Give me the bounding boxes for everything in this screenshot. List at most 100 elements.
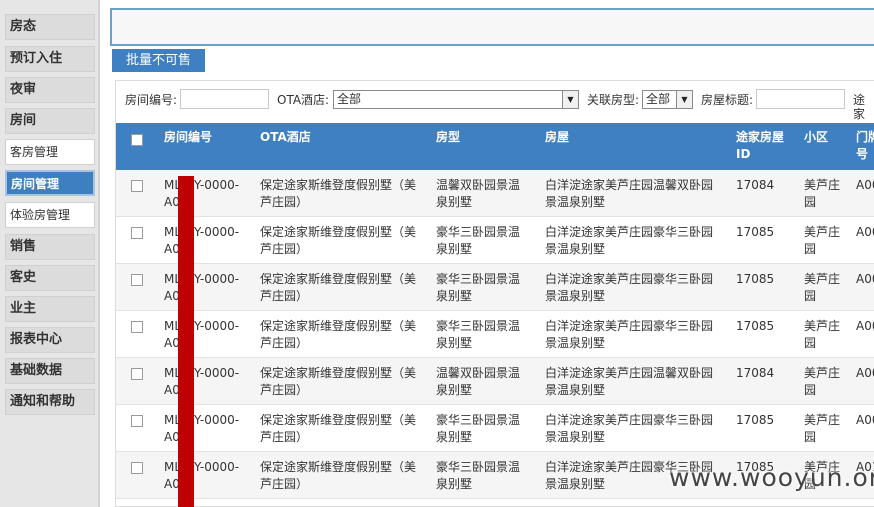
cell-tujia-id: 17085 [736, 319, 775, 333]
cell-room-type: 泉别墅 [436, 195, 473, 209]
cell-room-type: 豪华三卧园景温 [436, 460, 521, 474]
table-row[interactable]: ML Y-0000- A0 保定途家斯维登度假别墅（美 芦庄园） 温馨双卧园景温 泉别墅 白洋… [116, 170, 874, 217]
room-no-label: 房间编号: [125, 93, 178, 107]
sidebar-item-guest-history[interactable]: 客史 [5, 265, 95, 291]
header-tujia-id-line2: ID [736, 147, 751, 161]
room-no-input[interactable] [180, 89, 269, 109]
table-row[interactable]: ML Y-0000- A0 保定途家斯维登度假别墅（美 芦庄园） 豪华三卧园景温 泉别墅 白洋… [116, 217, 874, 264]
cell-ota-hotel: 保定途家斯维登度假别墅（美 [260, 225, 417, 239]
cell-house: 景温泉别墅 [545, 242, 606, 256]
table-row[interactable]: ML Y-0000- A0 保定途家斯维登度假别墅（美 芦庄园） 豪华三卧园景温 泉别墅 白洋… [116, 311, 874, 358]
cell-room-type: 豪华三卧园景温 [436, 413, 521, 427]
cell-door: A00 [856, 178, 874, 192]
header-house[interactable]: 房屋 [545, 129, 569, 146]
cell-community: 美芦庄 [804, 366, 841, 380]
chevron-down-icon[interactable]: ▼ [562, 91, 578, 108]
header-ota-hotel[interactable]: OTA酒店 [260, 129, 311, 146]
cell-community: 园 [804, 242, 817, 256]
table-row[interactable]: ML Y-0000- A0 保定途家斯维登度假别墅（美 芦庄园） 豪华三卧园景温 泉别墅 白洋… [116, 264, 874, 311]
cell-house: 景温泉别墅 [545, 477, 606, 491]
header-community[interactable]: 小区 [804, 129, 828, 146]
row-checkbox[interactable] [131, 180, 143, 192]
cell-community: 园 [804, 336, 817, 350]
row-checkbox[interactable] [131, 274, 143, 286]
header-tujia-id-line1[interactable]: 途家房屋 [736, 129, 784, 146]
cell-room-type: 温馨双卧园景温 [436, 366, 521, 380]
cell-house: 景温泉别墅 [545, 195, 606, 209]
sidebar-item-booking[interactable]: 预订入住 [5, 46, 95, 72]
cell-door: A00 [856, 319, 874, 333]
room-type-select[interactable]: 全部 ▼ [642, 90, 693, 109]
header-room-no[interactable]: 房间编号 [164, 129, 212, 146]
sidebar-item-owners[interactable]: 业主 [5, 296, 95, 322]
cell-house: 景温泉别墅 [545, 289, 606, 303]
bulk-unavailable-button[interactable]: 批量不可售 [112, 49, 205, 72]
cell-room-no-mid: Y-0000- [194, 319, 240, 333]
cell-house: 景温泉别墅 [545, 430, 606, 444]
cell-ota-hotel: 保定途家斯维登度假别墅（美 [260, 178, 417, 192]
row-checkbox[interactable] [131, 368, 143, 380]
room-type-label: 关联房型: [587, 93, 640, 107]
sidebar-subitem-trial-room[interactable]: 体验房管理 [5, 202, 95, 228]
header-door-line1[interactable]: 门牌 [856, 129, 874, 146]
cell-community: 园 [804, 195, 817, 209]
sidebar-item-room-status[interactable]: 房态 [5, 14, 95, 40]
cell-ota-hotel: 芦庄园） [260, 289, 309, 303]
sidebar-item-sales[interactable]: 销售 [5, 234, 95, 260]
sidebar-item-help[interactable]: 通知和帮助 [5, 389, 95, 415]
sidebar-item-rooms[interactable]: 房间 [5, 108, 95, 134]
cell-house: 白洋淀途家美芦庄园温馨双卧园 [545, 366, 714, 380]
cell-room-no-mid: Y-0000- [194, 225, 240, 239]
sidebar-subitem-guest-room[interactable]: 客房管理 [5, 139, 95, 165]
cell-room-no-mid: Y-0000- [194, 460, 240, 474]
redaction-bar [178, 176, 194, 507]
cell-ota-hotel: 保定途家斯维登度假别墅（美 [260, 319, 417, 333]
tujia-label: 途家 [853, 93, 866, 121]
cell-room-type: 泉别墅 [436, 383, 473, 397]
cell-door: A00 [856, 413, 874, 427]
room-title-input[interactable] [756, 89, 845, 109]
watermark: www.wooyun.org [669, 463, 874, 492]
chevron-down-icon[interactable]: ▼ [676, 91, 692, 108]
ota-hotel-select[interactable]: 全部 ▼ [333, 90, 579, 109]
table-row[interactable]: ML Y-0000- A0 保定途家斯维登度假别墅（美 芦庄园） 温馨双卧园景温 泉别墅 白洋… [116, 358, 874, 405]
cell-ota-hotel: 芦庄园） [260, 430, 309, 444]
cell-house: 白洋淀途家美芦庄园温馨双卧园 [545, 178, 714, 192]
cell-community: 美芦庄 [804, 225, 841, 239]
cell-tujia-id: 17084 [736, 178, 775, 192]
cell-community: 美芦庄 [804, 178, 841, 192]
cell-room-type: 泉别墅 [436, 336, 473, 350]
cell-door: A00 [856, 366, 874, 380]
top-strip [100, 0, 874, 3]
cell-community: 园 [804, 383, 817, 397]
cell-community: 美芦庄 [804, 319, 841, 333]
row-checkbox[interactable] [131, 462, 143, 474]
sidebar-item-basic-data[interactable]: 基础数据 [5, 358, 95, 384]
cell-door: A00 [856, 272, 874, 286]
cell-ota-hotel: 芦庄园） [260, 195, 309, 209]
cell-room-type: 泉别墅 [436, 242, 473, 256]
row-checkbox[interactable] [131, 321, 143, 333]
table-header: 房间编号 OTA酒店 房型 房屋 途家房屋 ID 小区 门牌 号 [116, 123, 874, 170]
cell-house: 白洋淀途家美芦庄园豪华三卧园 [545, 272, 714, 286]
cell-ota-hotel: 芦庄园） [260, 383, 309, 397]
cell-room-no-mid: Y-0000- [194, 178, 240, 192]
select-all-checkbox[interactable] [131, 134, 143, 146]
row-checkbox[interactable] [131, 227, 143, 239]
header-room-type[interactable]: 房型 [436, 129, 460, 146]
cell-tujia-id: 17085 [736, 413, 775, 427]
sidebar-subitem-room-management[interactable]: 房间管理 [5, 170, 95, 196]
table-row[interactable]: ML Y-0000- A0 保定途家斯维登度假别墅（美 芦庄园） 豪华三卧园景温 泉别墅 白洋… [116, 405, 874, 452]
cell-house: 白洋淀途家美芦庄园豪华三卧园 [545, 319, 714, 333]
sidebar-item-night-audit[interactable]: 夜审 [5, 77, 95, 103]
room-title-label: 房屋标题: [701, 93, 754, 107]
cell-room-type: 泉别墅 [436, 477, 473, 491]
cell-house: 景温泉别墅 [545, 336, 606, 350]
cell-house: 白洋淀途家美芦庄园豪华三卧园 [545, 413, 714, 427]
row-checkbox[interactable] [131, 415, 143, 427]
cell-house: 白洋淀途家美芦庄园豪华三卧园 [545, 225, 714, 239]
cell-house: 景温泉别墅 [545, 383, 606, 397]
sidebar-item-reports[interactable]: 报表中心 [5, 327, 95, 353]
cell-community: 园 [804, 430, 817, 444]
cell-room-type: 豪华三卧园景温 [436, 225, 521, 239]
